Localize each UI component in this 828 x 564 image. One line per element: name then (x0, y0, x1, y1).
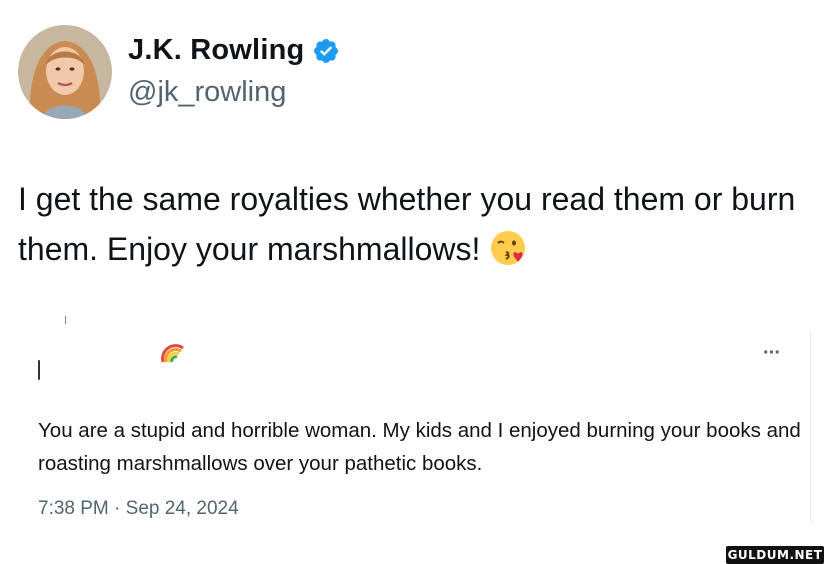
avatar[interactable] (18, 25, 112, 119)
tweet-text: I get the same royalties whether you rea… (18, 174, 818, 274)
author-name-row[interactable]: J.K. Rowling (128, 34, 340, 67)
quoted-tweet-text: You are a stupid and horrible woman. My … (38, 419, 801, 475)
author-name[interactable]: J.K. Rowling (128, 34, 304, 67)
profile-photo-icon (18, 25, 112, 119)
rainbow-icon (161, 344, 184, 363)
face-blowing-a-kiss-icon (491, 231, 526, 265)
tweet-body: I get the same royalties whether you rea… (18, 181, 796, 267)
more-options-button[interactable]: ··· (763, 342, 781, 365)
author-handle[interactable]: @jk_rowling (128, 76, 286, 109)
quoted-tweet-timestamp[interactable]: 7:38 PM · Sep 24, 2024 (38, 498, 239, 520)
watermark: GULDUM.NET (726, 546, 824, 564)
redacted-avatar-edge (38, 360, 40, 380)
verified-badge-icon (314, 38, 339, 63)
divider-tick (65, 316, 66, 324)
